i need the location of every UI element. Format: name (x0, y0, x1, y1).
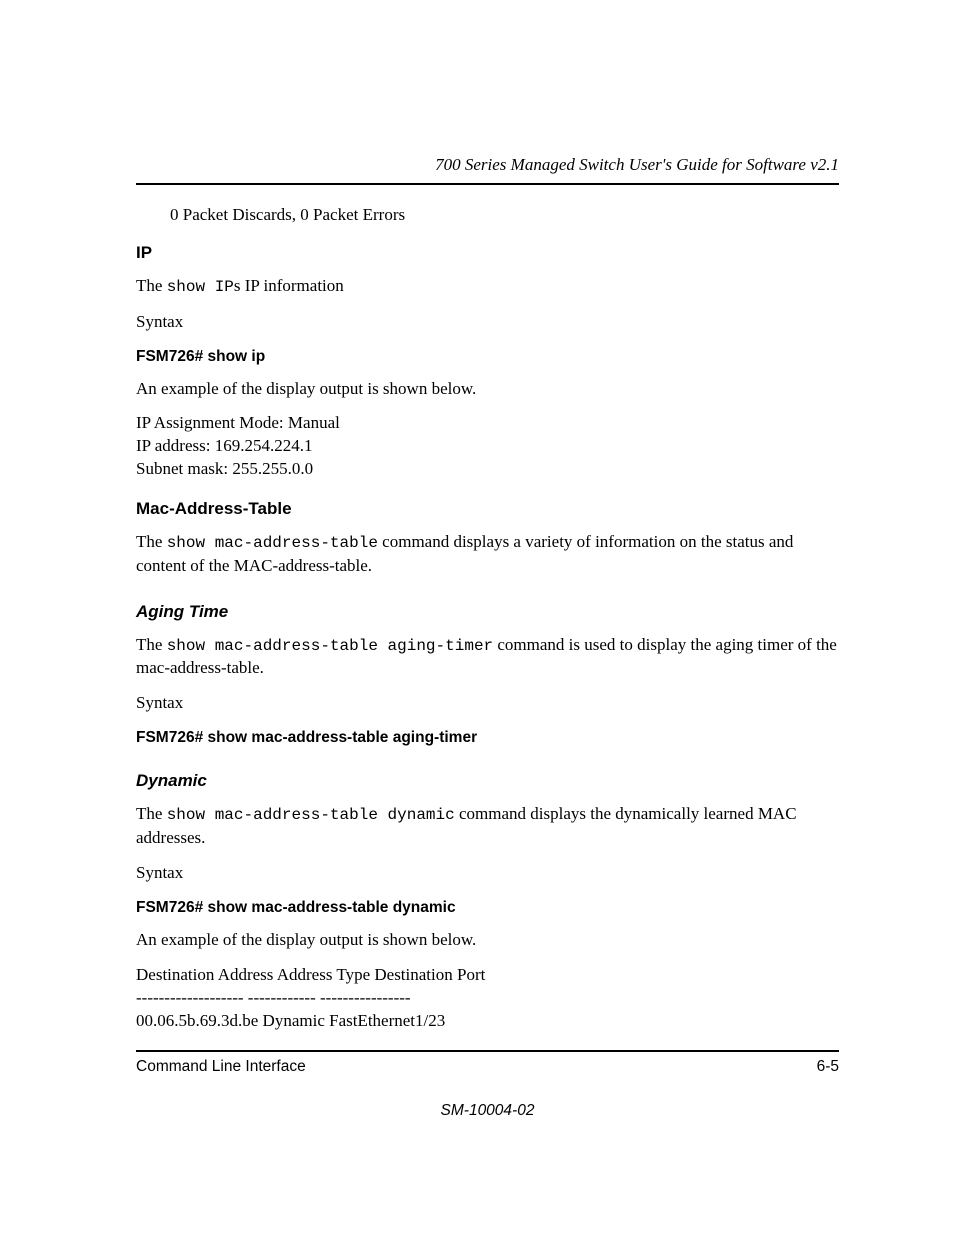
ip-desc-post: s IP information (234, 276, 344, 295)
dynamic-example-intro: An example of the display output is show… (136, 929, 839, 952)
aging-description: The show mac-address-table aging-timer c… (136, 634, 839, 681)
header-rule (136, 183, 839, 185)
ip-output-line-1: IP Assignment Mode: Manual (136, 412, 839, 435)
dynamic-command: FSM726# show mac-address-table dynamic (136, 899, 839, 917)
footer-right: 6-5 (817, 1058, 839, 1076)
ip-syntax-label: Syntax (136, 311, 839, 334)
ip-output-line-2: IP address: 169.254.224.1 (136, 435, 839, 458)
ip-desc-code: show IP (167, 278, 234, 296)
ip-command: FSM726# show ip (136, 348, 839, 366)
ip-output-line-3: Subnet mask: 255.255.0.0 (136, 458, 839, 481)
dynamic-table-separator: ------------------- ------------ -------… (136, 987, 839, 1010)
dynamic-table-row: 00.06.5b.69.3d.be Dynamic FastEthernet1/… (136, 1010, 839, 1033)
aging-desc-code: show mac-address-table aging-timer (167, 637, 493, 655)
dynamic-syntax-label: Syntax (136, 862, 839, 885)
packet-line: 0 Packet Discards, 0 Packet Errors (170, 205, 839, 225)
dynamic-heading: Dynamic (136, 771, 839, 791)
ip-desc-pre: The (136, 276, 167, 295)
aging-heading: Aging Time (136, 602, 839, 622)
aging-desc-pre: The (136, 635, 167, 654)
ip-heading: IP (136, 243, 839, 263)
ip-example-intro: An example of the display output is show… (136, 378, 839, 401)
mac-heading: Mac-Address-Table (136, 499, 839, 519)
page-header-title: 700 Series Managed Switch User's Guide f… (136, 155, 839, 175)
mac-desc-code: show mac-address-table (167, 534, 378, 552)
aging-command: FSM726# show mac-address-table aging-tim… (136, 729, 839, 747)
dynamic-description: The show mac-address-table dynamic comma… (136, 803, 839, 850)
aging-syntax-label: Syntax (136, 692, 839, 715)
footer-left: Command Line Interface (136, 1058, 306, 1076)
ip-description: The show IPs IP information (136, 275, 839, 299)
mac-desc-pre: The (136, 532, 167, 551)
mac-description: The show mac-address-table command displ… (136, 531, 839, 578)
dynamic-desc-pre: The (136, 804, 167, 823)
page-footer: Command Line Interface 6-5 SM-10004-02 (136, 1050, 839, 1120)
footer-center: SM-10004-02 (136, 1102, 839, 1120)
dynamic-table-header: Destination Address Address Type Destina… (136, 964, 839, 987)
dynamic-desc-code: show mac-address-table dynamic (167, 806, 455, 824)
footer-rule (136, 1050, 839, 1052)
